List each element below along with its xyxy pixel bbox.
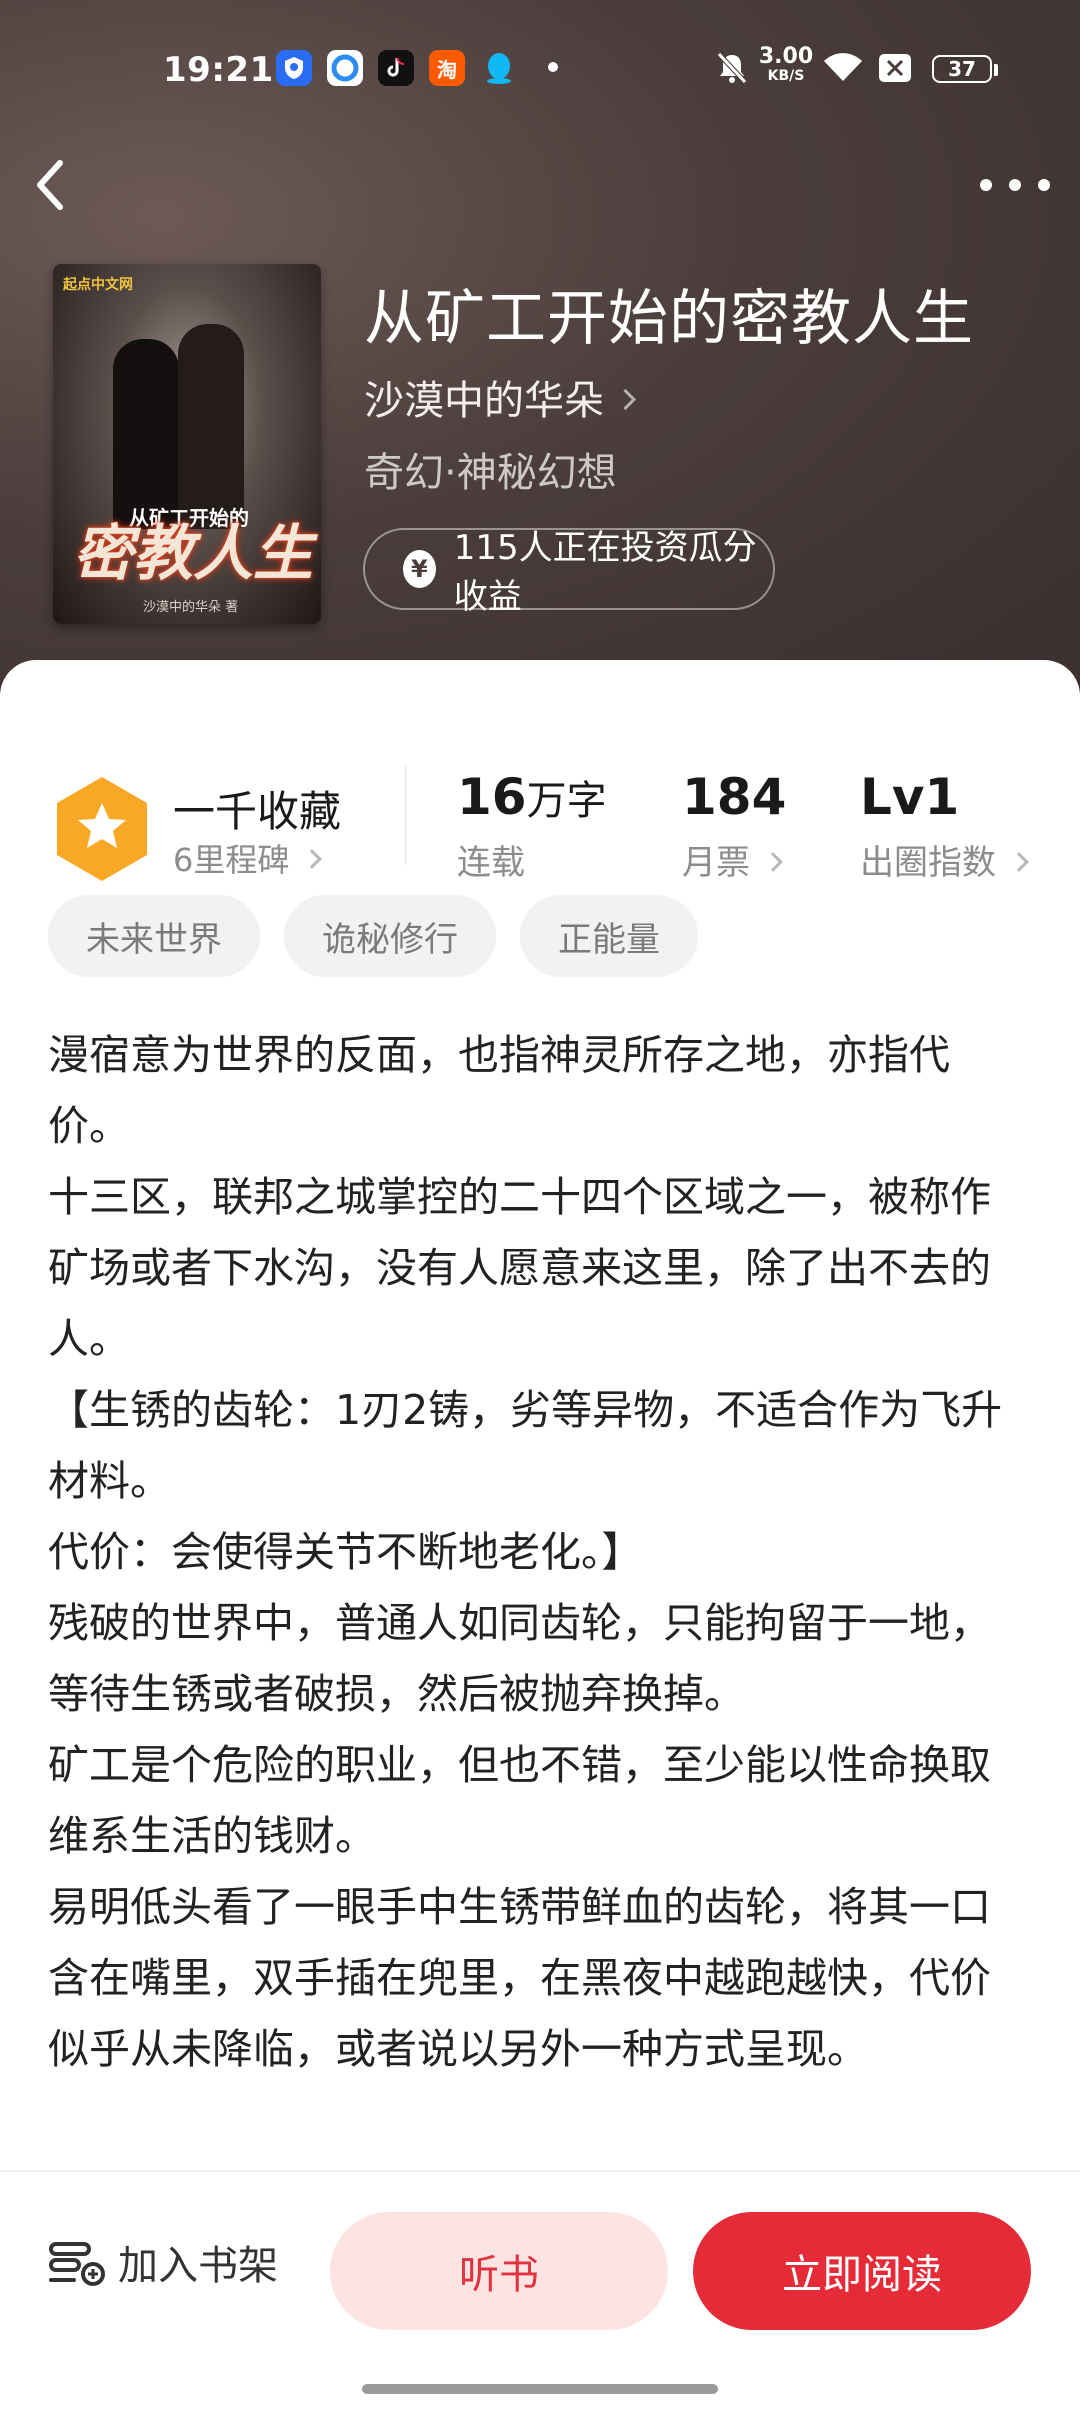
back-button[interactable] — [30, 155, 80, 215]
add-to-shelf-label: 加入书架 — [118, 2243, 278, 2289]
wifi-icon — [822, 48, 864, 88]
shield-location-icon — [276, 50, 312, 86]
monthly-ticket-label: 月票 — [682, 843, 750, 883]
serial-status: 连载 — [457, 843, 525, 883]
influence-level: Lv1 — [860, 768, 960, 826]
invest-text: 115人正在投资瓜分收益 — [453, 528, 757, 617]
description-paragraph: 矿工是个危险的职业，但也不错，至少能以性命换取维系生活的钱财。 — [48, 1741, 991, 1860]
author-link[interactable]: 沙漠中的华朵 — [364, 368, 637, 426]
cover-figure — [178, 324, 244, 529]
book-genre: 奇幻·神秘幻想 — [364, 450, 617, 496]
sim-off-icon — [878, 48, 912, 88]
description-paragraph: 易明低头看了一眼手中生锈带鲜血的齿轮，将其一口含在嘴里，双手插在兜里，在黑夜中越… — [48, 1883, 991, 2073]
influence-index-label: 出圈指数 — [860, 843, 996, 883]
author-name: 沙漠中的华朵 — [364, 378, 604, 424]
chevron-right-icon — [614, 388, 637, 410]
book-title: 从矿工开始的密教人生 — [364, 284, 974, 354]
monthly-ticket-link[interactable]: 月票 — [682, 835, 783, 884]
tag-list: 未来世界 诡秘修行 正能量 — [48, 895, 698, 977]
divider — [405, 765, 407, 865]
mute-icon — [714, 48, 750, 88]
book-description[interactable]: 漫宿意为世界的反面，也指神灵所存之地，亦指代价。 十三区，联邦之城掌控的二十四个… — [48, 1020, 1008, 2085]
yen-coin-icon: ¥ — [403, 550, 436, 588]
add-to-shelf-button[interactable]: 加入书架 — [48, 2222, 278, 2302]
add-shelf-icon — [49, 2242, 105, 2286]
description-paragraph: 【生锈的齿轮：1刃2铸，劣等异物，不适合作为飞升材料。 — [48, 1386, 1003, 1505]
cover-publisher: 起点中文网 — [63, 277, 133, 293]
book-detail-card: 一千收藏 6里程碑 16万字 连载 184 月票 Lv1 出圈指数 未来世界 诡… — [0, 660, 1080, 2412]
read-now-button[interactable]: 立即阅读 — [693, 2212, 1031, 2330]
more-dot-icon — [980, 179, 992, 191]
influence-index-link[interactable]: 出圈指数 — [860, 835, 1029, 884]
book-header: 19:21 淘 3.00 KB/S 37 起点中文网 从矿工开始的 密教人生 沙… — [0, 0, 1080, 720]
home-indicator[interactable] — [362, 2384, 718, 2394]
cover-figure — [113, 339, 179, 529]
stats-row: 一千收藏 6里程碑 16万字 连载 184 月票 Lv1 出圈指数 — [0, 710, 1080, 883]
cover-title: 密教人生 — [73, 519, 313, 589]
description-paragraph: 代价：会使得关节不断地老化。】 — [48, 1528, 643, 1576]
status-time: 19:21 — [163, 50, 274, 90]
status-bar: 19:21 淘 3.00 KB/S 37 — [0, 0, 1080, 140]
chevron-right-icon — [763, 851, 783, 872]
word-count: 16万字 — [457, 768, 607, 826]
tag-chip[interactable]: 诡秘修行 — [284, 895, 496, 977]
chevron-right-icon — [302, 849, 323, 869]
monthly-ticket-count: 184 — [682, 768, 787, 826]
taobao-icon: 淘 — [429, 50, 465, 86]
battery-indicator: 37 — [932, 55, 998, 83]
browser-icon — [327, 50, 363, 86]
listen-button[interactable]: 听书 — [330, 2212, 668, 2330]
description-paragraph: 漫宿意为世界的反面，也指神灵所存之地，亦指代价。 — [48, 1031, 950, 1150]
more-dot-icon — [1009, 179, 1021, 191]
bottom-action-bar: 加入书架 听书 立即阅读 — [0, 2170, 1080, 2414]
star-badge-icon — [57, 777, 147, 881]
tag-chip[interactable]: 未来世界 — [48, 895, 260, 977]
milestone-link[interactable]: 6里程碑 — [173, 835, 323, 881]
chevron-right-icon — [1009, 851, 1029, 872]
more-options-button[interactable] — [980, 165, 1050, 205]
cover-author: 沙漠中的华朵 著 — [143, 600, 239, 615]
collection-title: 一千收藏 — [173, 787, 342, 836]
milestone-label: 6里程碑 — [173, 841, 290, 879]
qq-icon — [481, 50, 517, 86]
book-cover[interactable]: 起点中文网 从矿工开始的 密教人生 沙漠中的华朵 著 — [53, 264, 321, 624]
net-speed: 3.00 KB/S — [758, 44, 814, 85]
notification-dot — [548, 62, 558, 72]
more-dot-icon — [1038, 179, 1050, 191]
tiktok-icon — [378, 50, 414, 86]
description-paragraph: 残破的世界中，普通人如同齿轮，只能拘留于一地，等待生锈或者破损，然后被抛弃换掉。 — [48, 1599, 991, 1718]
description-paragraph: 十三区，联邦之城掌控的二十四个区域之一，被称作矿场或者下水沟，没有人愿意来这里，… — [48, 1173, 991, 1363]
tag-chip[interactable]: 正能量 — [520, 895, 698, 977]
invest-button[interactable]: ¥ 115人正在投资瓜分收益 — [363, 528, 775, 617]
